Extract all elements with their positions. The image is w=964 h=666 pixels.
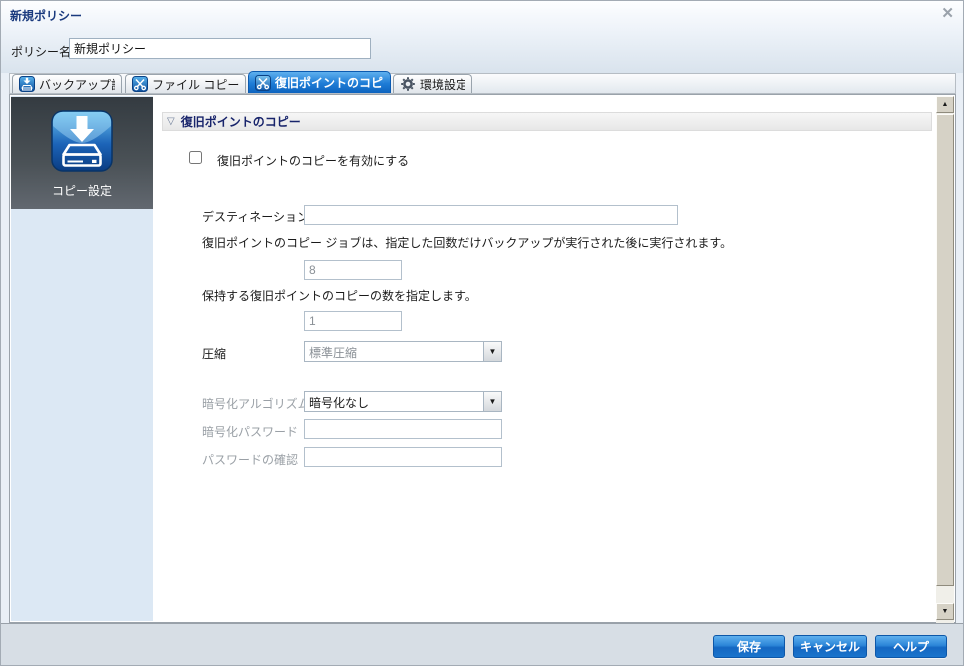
destination-input[interactable]: [304, 205, 678, 225]
destination-label: デスティネーション: [202, 210, 310, 224]
encryption-password-input[interactable]: [304, 419, 502, 439]
encryption-algorithm-label: 暗号化アルゴリズム: [202, 397, 310, 411]
retain-count-description: 保持する復旧ポイントのコピーの数を指定します。: [202, 289, 477, 303]
scrollbar-thumb[interactable]: [936, 114, 954, 586]
backup-count-description: 復旧ポイントのコピー ジョブは、指定した回数だけバックアップが実行された後に実行…: [202, 236, 733, 250]
sidebar-tile-label: コピー設定: [51, 184, 112, 198]
sidebar: コピー設定: [11, 96, 153, 621]
compression-dropdown[interactable]: 標準圧縮 ▼: [304, 341, 502, 362]
save-button[interactable]: 保存: [713, 635, 785, 658]
dialog-top-area: 新規ポリシー ✕ ポリシー名:: [1, 1, 963, 73]
tab-label: 復旧ポイントのコピー: [275, 76, 384, 90]
tab-strip: バックアップ設定 ファイル コピー設定 復旧ポイントのコ: [9, 71, 956, 94]
encryption-algorithm-value: 暗号化なし: [309, 396, 370, 410]
scroll-up-icon: ▲: [941, 101, 949, 108]
scrollbar-up-button[interactable]: ▲: [936, 96, 954, 113]
password-confirm-label: パスワードの確認: [202, 453, 299, 467]
collapse-triangle-icon[interactable]: ▽: [167, 116, 175, 127]
compression-label: 圧縮: [202, 347, 227, 361]
backup-count-input[interactable]: [304, 260, 402, 280]
close-icon[interactable]: ✕: [941, 6, 954, 21]
copy-settings-disk-icon: [51, 110, 113, 172]
content-panel: コピー設定 ▽ 復旧ポイントのコピー 復旧ポイントのコピーを有効にする デスティ…: [9, 94, 956, 623]
tab-label: 環境設定: [420, 77, 465, 92]
section-title: 復旧ポイントのコピー: [180, 115, 301, 129]
scrollbar-down-button[interactable]: ▼: [936, 603, 954, 620]
recovery-copy-scissors-icon: [255, 74, 271, 91]
compression-dropdown-button[interactable]: ▼: [483, 342, 501, 361]
chevron-down-icon: ▼: [488, 346, 497, 356]
compression-value: 標準圧縮: [309, 346, 358, 360]
encryption-password-label: 暗号化パスワード: [202, 425, 299, 439]
gear-icon: [401, 77, 415, 91]
retain-count-input[interactable]: [304, 311, 402, 331]
policy-name-label: ポリシー名:: [11, 45, 75, 59]
policy-name-input[interactable]: [69, 38, 371, 59]
tab-environment-settings[interactable]: 環境設定: [393, 74, 472, 93]
vertical-scrollbar[interactable]: ▲ ▼: [936, 96, 954, 623]
tab-file-copy-settings[interactable]: ファイル コピー設定: [125, 74, 246, 93]
section-header: ▽ 復旧ポイントのコピー: [162, 112, 932, 131]
enable-recovery-copy-checkbox[interactable]: [189, 151, 202, 164]
encryption-algorithm-dropdown-button[interactable]: ▼: [483, 392, 501, 411]
scroll-down-icon: ▼: [941, 608, 949, 615]
password-confirm-input[interactable]: [304, 447, 502, 467]
dialog-title: 新規ポリシー: [10, 9, 83, 23]
backup-disk-icon: [19, 76, 35, 92]
sidebar-tile-copy-settings[interactable]: コピー設定: [11, 97, 153, 209]
tab-label: ファイル コピー設定: [152, 77, 239, 92]
file-copy-scissors-icon: [132, 76, 148, 92]
help-button[interactable]: ヘルプ: [875, 635, 947, 658]
tab-backup-settings[interactable]: バックアップ設定: [12, 74, 122, 93]
encryption-algorithm-dropdown[interactable]: 暗号化なし ▼: [304, 391, 502, 412]
cancel-button[interactable]: キャンセル: [793, 635, 867, 658]
chevron-down-icon: ▼: [488, 396, 497, 406]
footer-bar: 保存 キャンセル ヘルプ: [1, 623, 963, 665]
new-policy-dialog: 新規ポリシー ✕ ポリシー名: バックアップ設定: [0, 0, 964, 666]
enable-recovery-copy-label: 復旧ポイントのコピーを有効にする: [217, 154, 410, 168]
tab-label: バックアップ設定: [39, 77, 115, 92]
tab-recovery-point-copy[interactable]: 復旧ポイントのコピー: [248, 71, 391, 93]
